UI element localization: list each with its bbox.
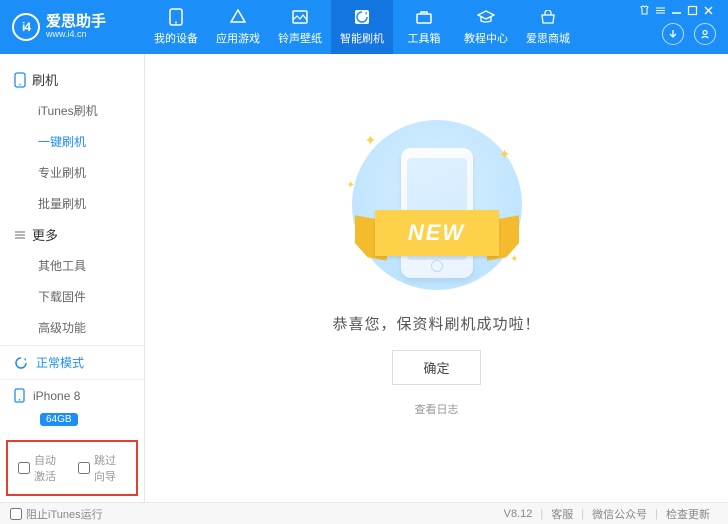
success-message: 恭喜您，保资料刷机成功啦！ [332,313,540,334]
nav-apps[interactable]: 应用游戏 [207,0,269,54]
nav-ringtones[interactable]: 铃声壁纸 [269,0,331,54]
support-link[interactable]: 客服 [543,506,581,522]
header-right [662,0,720,54]
menu-icon[interactable] [654,4,666,16]
logo-icon: i4 [12,13,40,41]
sidebar-item-itunes-flash[interactable]: iTunes刷机 [0,95,144,126]
image-icon [291,8,309,26]
apps-icon [229,8,247,26]
app-header: i4 爱思助手 www.i4.cn 我的设备 应用游戏 铃声壁纸 智能刷机 工具… [0,0,728,54]
nav-toolbox[interactable]: 工具箱 [393,0,455,54]
nav-label: 教程中心 [464,30,508,46]
sidebar-group-flash: 刷机 [0,64,144,95]
flash-icon [353,8,371,26]
mode-label: 正常模式 [36,354,84,371]
phone-icon [14,72,26,88]
status-bar: 阻止iTunes运行 V8.12 | 客服 | 微信公众号 | 检查更新 [0,502,728,524]
success-illustration: ✦ ✦ ✦ ✦ NEW [337,120,537,295]
highlighted-options: 自动激活 跳过向导 [6,440,138,496]
toolbox-icon [415,8,433,26]
group-title: 刷机 [32,70,58,89]
sidebar-item-advanced[interactable]: 高级功能 [0,312,144,343]
sidebar-item-batch-flash[interactable]: 批量刷机 [0,188,144,219]
view-log-link[interactable]: 查看日志 [415,401,459,417]
device-capacity: 64GB [40,413,78,426]
sidebar-item-download-firmware[interactable]: 下载固件 [0,281,144,312]
store-icon [539,8,557,26]
nav-store[interactable]: 爱思商城 [517,0,579,54]
nav-label: 应用游戏 [216,30,260,46]
user-icon[interactable] [694,23,716,45]
sidebar-item-pro-flash[interactable]: 专业刷机 [0,157,144,188]
refresh-icon [14,356,28,370]
nav-label: 铃声壁纸 [278,30,322,46]
nav-tutorials[interactable]: 教程中心 [455,0,517,54]
device-name: iPhone 8 [33,389,80,403]
auto-activate-checkbox[interactable]: 自动激活 [18,452,66,484]
app-logo: i4 爱思助手 www.i4.cn [0,13,145,41]
ribbon-label: NEW [375,210,499,256]
new-ribbon: NEW [357,210,517,266]
close-icon[interactable] [702,4,714,16]
device-info[interactable]: iPhone 8 [0,380,144,411]
nav-label: 工具箱 [408,30,441,46]
phone-icon [14,388,25,403]
nav-label: 智能刷机 [340,30,384,46]
group-title: 更多 [32,225,58,244]
sidebar-item-other-tools[interactable]: 其他工具 [0,250,144,281]
top-nav: 我的设备 应用游戏 铃声壁纸 智能刷机 工具箱 教程中心 爱思商城 [145,0,579,54]
app-url: www.i4.cn [46,30,106,40]
download-icon[interactable] [662,23,684,45]
wechat-link[interactable]: 微信公众号 [584,506,655,522]
minimize-icon[interactable] [670,4,682,16]
tshirt-icon[interactable] [638,4,650,16]
app-name: 爱思助手 [46,14,106,31]
main-content: ✦ ✦ ✦ ✦ NEW 恭喜您，保资料刷机成功啦！ 确定 查看日志 [145,54,728,502]
device-mode[interactable]: 正常模式 [0,346,144,380]
nav-label: 我的设备 [154,30,198,46]
nav-my-device[interactable]: 我的设备 [145,0,207,54]
sidebar-item-oneclick-flash[interactable]: 一键刷机 [0,126,144,157]
menu-icon [14,229,26,241]
skip-guide-checkbox[interactable]: 跳过向导 [78,452,126,484]
nav-flash[interactable]: 智能刷机 [331,0,393,54]
check-update-link[interactable]: 检查更新 [658,506,718,522]
sidebar-group-more: 更多 [0,219,144,250]
ok-button[interactable]: 确定 [392,350,480,385]
sidebar: 刷机 iTunes刷机 一键刷机 专业刷机 批量刷机 更多 其他工具 下载固件 … [0,54,145,502]
graduation-icon [477,8,495,26]
version-label: V8.12 [496,508,541,520]
maximize-icon[interactable] [686,4,698,16]
nav-label: 爱思商城 [526,30,570,46]
block-itunes-checkbox[interactable]: 阻止iTunes运行 [10,506,103,522]
phone-icon [167,8,185,26]
